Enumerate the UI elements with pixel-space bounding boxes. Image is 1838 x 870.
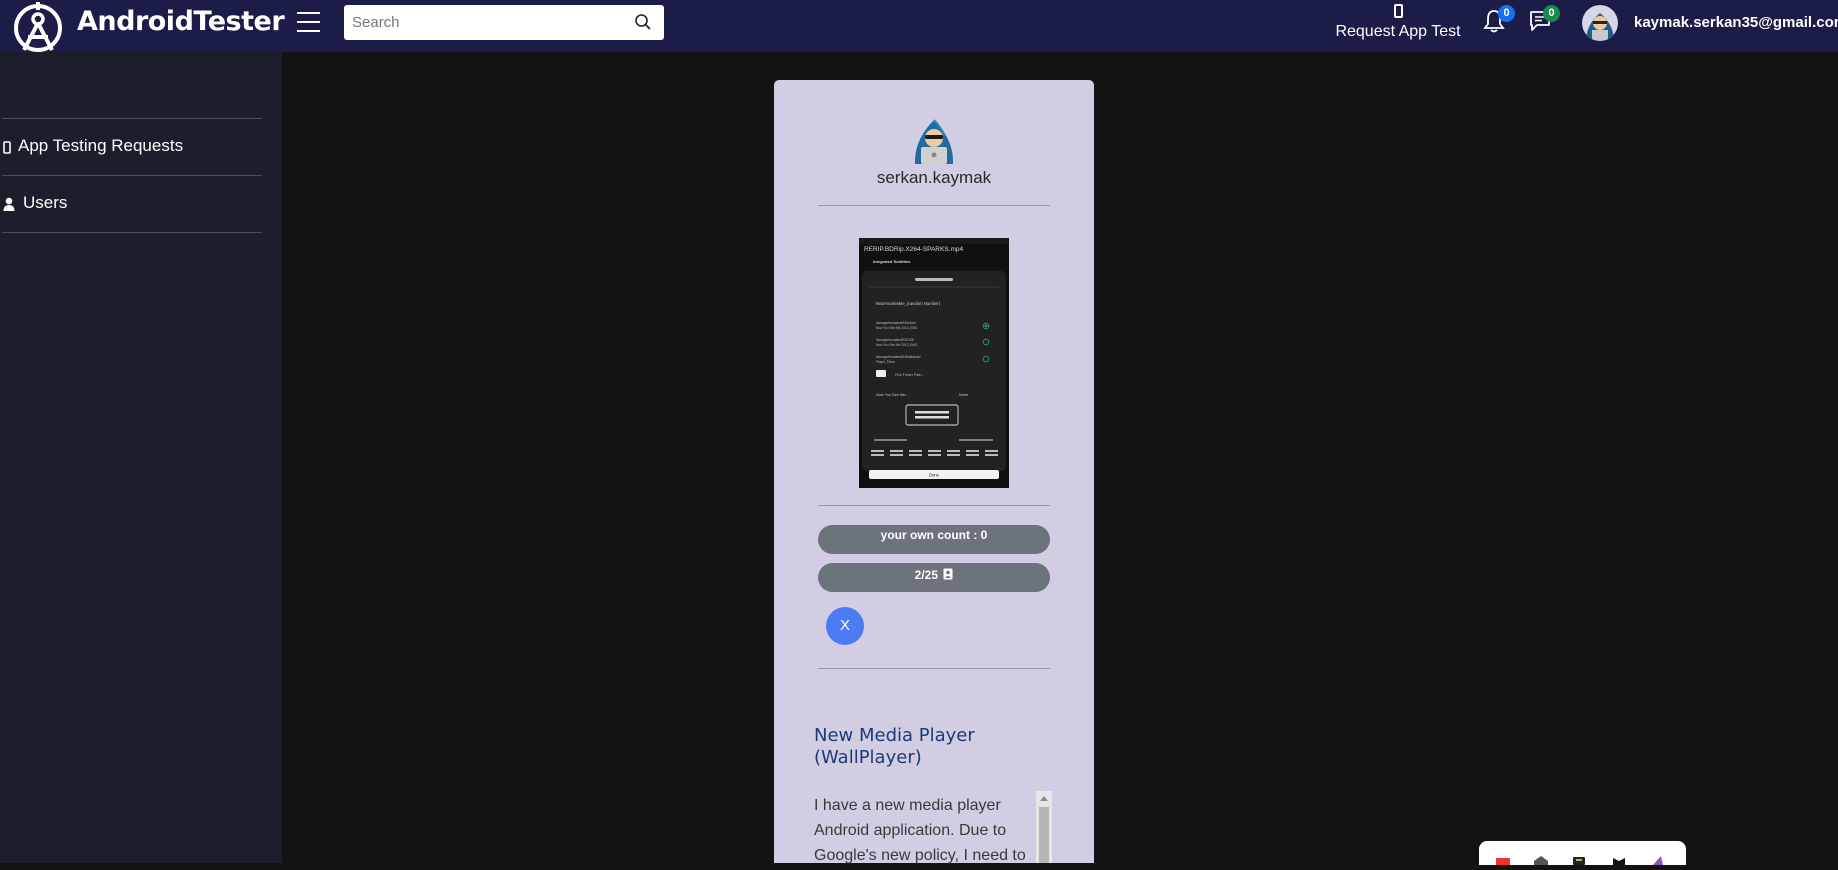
sidebar-item-label: Users: [23, 193, 68, 212]
phone-icon: [3, 139, 11, 159]
sidebar-divider: [2, 232, 262, 233]
scroll-up-icon[interactable]: [1040, 796, 1048, 801]
svg-text:/storage/emulated/0/Movies/: /storage/emulated/0/Movies/: [876, 321, 916, 325]
shot-subtitle-header: Integrated Subtitles: [873, 259, 911, 264]
shot-row-right: None: [959, 393, 968, 397]
shot-filename: RERIP.BDRip.X264-SPARKS.mp4: [864, 246, 963, 253]
app-request-card: serkan.kaymak RERIP.BDRip.X264-SPARKS.mp…: [774, 80, 1094, 864]
app-title-heading: New Media Player (WallPlayer): [814, 725, 975, 768]
svg-text:Now You See Me 2013_ENG: Now You See Me 2013_ENG: [876, 343, 918, 347]
shot-item: NowYouSeeMe_(random Number): [876, 301, 941, 306]
sidebar: App Testing Requests Users: [0, 52, 282, 863]
sidebar-item-users[interactable]: Users: [0, 176, 262, 232]
logo-icon[interactable]: [10, 2, 66, 57]
divider: [818, 505, 1050, 506]
shot-folder: Pick Folder Path...: [895, 373, 924, 377]
svg-text:Player_Films: Player_Films: [876, 360, 895, 364]
user-avatar-icon: [912, 114, 956, 166]
username: serkan.kaymak: [876, 168, 992, 187]
hamburger-icon[interactable]: [297, 12, 320, 32]
shot-done: Done: [929, 473, 940, 478]
app-title[interactable]: AndroidTester: [77, 6, 285, 37]
divider: [818, 205, 1050, 206]
notifications-button[interactable]: 0: [1483, 5, 1515, 39]
user-icon: [3, 196, 15, 216]
progress-pill: 2/25: [818, 563, 1050, 592]
divider: [818, 668, 1050, 669]
messages-badge: 0: [1543, 5, 1560, 22]
request-app-test-button[interactable]: Request App Test: [1330, 2, 1466, 41]
phone-icon: [1393, 4, 1403, 18]
app-icon[interactable]: [1496, 858, 1510, 865]
progress-label: 2/25: [914, 568, 938, 582]
search-bar: [344, 5, 664, 40]
sidebar-item-label: App Testing Requests: [18, 136, 184, 155]
app-icon[interactable]: [1613, 858, 1625, 865]
shot-row-left: Now You See Me...: [876, 393, 908, 397]
notifications-badge: 0: [1498, 5, 1515, 22]
floating-toolbar: [1479, 841, 1686, 865]
search-icon[interactable]: [634, 13, 652, 36]
own-count-label: your own count : 0: [880, 528, 988, 542]
sidebar-item-app-testing-requests[interactable]: App Testing Requests: [0, 119, 262, 175]
close-button[interactable]: X: [826, 607, 864, 645]
request-app-test-label: Request App Test: [1335, 23, 1461, 40]
search-input[interactable]: [352, 5, 622, 40]
top-navbar: AndroidTester Request App Test 0 0 kayma…: [0, 0, 1838, 52]
scroll-thumb[interactable]: [1039, 807, 1049, 863]
contact-icon: [943, 568, 953, 580]
messages-button[interactable]: 0: [1528, 5, 1560, 39]
app-description: I have a new media player Android applic…: [814, 797, 1026, 864]
user-email[interactable]: kaymak.serkan35@gmail.com: [1634, 14, 1838, 31]
svg-text:Now You See Me 2013_ENG: Now You See Me 2013_ENG: [876, 326, 918, 330]
app-icon[interactable]: [1534, 856, 1548, 865]
avatar[interactable]: [1582, 5, 1618, 41]
app-icon[interactable]: [1653, 856, 1663, 865]
own-count-pill: your own count : 0: [818, 525, 1050, 554]
app-screenshot-image[interactable]: RERIP.BDRip.X264-SPARKS.mp4 Integrated S…: [859, 238, 1009, 488]
svg-text:/storage/emulated/0/DCIM/: /storage/emulated/0/DCIM/: [876, 338, 914, 342]
description-scrollbar[interactable]: [1036, 791, 1052, 863]
svg-text:/storage/emulated/0/WallMedia/: /storage/emulated/0/WallMedia/: [876, 355, 921, 359]
